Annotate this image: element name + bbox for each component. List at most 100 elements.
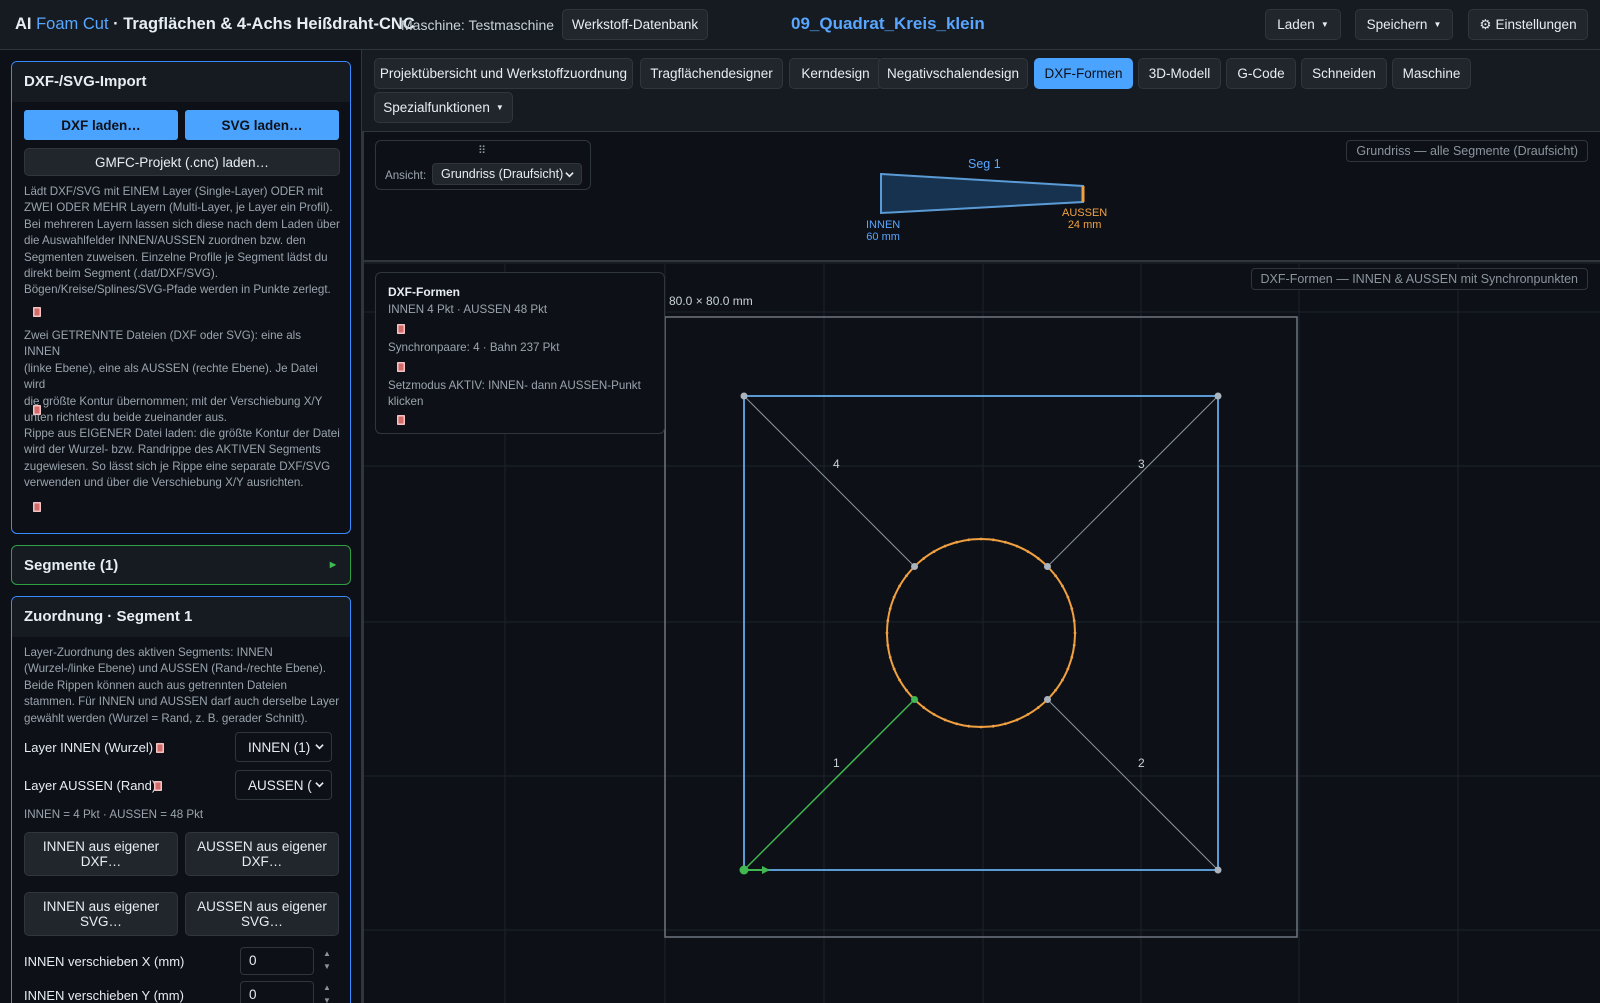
outer-from-svg-button[interactable]: AUSSEN aus eigener SVG… (185, 892, 339, 936)
help-line: Beide Rippen können auch aus getrennten … (24, 678, 287, 692)
stock-boundary (664, 316, 1298, 938)
tab-project-overview[interactable]: Projektübersicht und Werkstoffzuordnung (374, 58, 633, 89)
document-icon[interactable] (395, 361, 407, 373)
sync-connector-line (743, 698, 916, 871)
shift-y-input[interactable]: 0 (240, 981, 314, 1003)
outer-contour-point (1061, 678, 1064, 682)
document-icon[interactable] (31, 306, 43, 318)
outer-sync-point (1043, 695, 1051, 703)
help-line: Bei mehreren Layern lassen sich diese na… (24, 217, 340, 231)
inner-value: 60 mm (866, 231, 900, 243)
inner-sync-point (1214, 866, 1222, 874)
gear-icon: ⚙ (1479, 16, 1492, 32)
help-line: (linke Ebene), eine als AUSSEN (rechte E… (24, 361, 318, 392)
inner-sync-point (1214, 392, 1222, 400)
caret-down-icon: ▼ (1433, 20, 1442, 29)
import-help-text-1: Lädt DXF/SVG mit EINEM Layer (Single-Lay… (24, 184, 340, 299)
sync-connectors (743, 395, 1219, 871)
outer-contour-point (1054, 574, 1057, 578)
outer-contour-point (1070, 607, 1074, 611)
load-svg-button[interactable]: SVG laden… (185, 110, 339, 140)
save-button[interactable]: Speichern ▼ (1355, 9, 1453, 40)
button-line: SVG… (79, 914, 122, 929)
help-line: die Auswahlfelder INNEN/AUSSEN zuordnen … (24, 234, 306, 248)
tab-machine[interactable]: Maschine (1392, 58, 1471, 89)
tab-cutting[interactable]: Schneiden (1301, 58, 1387, 89)
info-title: DXF-Formen (388, 285, 460, 299)
tab-g-code[interactable]: G-Code (1226, 58, 1296, 89)
tab-wing-designer[interactable]: Tragflächendesigner (640, 58, 783, 89)
settings-button-label: Einstellungen (1495, 17, 1577, 32)
tab-dxf-shapes[interactable]: DXF-Formen (1034, 58, 1133, 89)
outer-contour-point (943, 544, 947, 548)
layer-inner-select[interactable]: INNEN (1) (235, 732, 332, 762)
segments-panel-title: Segmente (1) (24, 557, 119, 574)
save-button-label: Speichern (1366, 17, 1428, 32)
assignment-help-text: Layer-Zuordnung des aktiven Segments: IN… (24, 645, 340, 727)
outer-contour-point (1003, 722, 1007, 726)
outer-contour-point (892, 667, 896, 671)
shift-x-input[interactable]: 0 (240, 947, 314, 975)
arrow-head-icon (762, 866, 770, 874)
document-icon[interactable] (31, 404, 43, 416)
shift-y-stepper[interactable]: ▲ ▼ (318, 981, 336, 1003)
import-panel-title: DXF-/SVG-Import (12, 62, 350, 102)
dimension-label: 80.0 × 80.0 mm (669, 294, 753, 308)
sync-pair-label-4: 4 (833, 457, 840, 471)
machine-label: Maschine: Testmaschine (401, 17, 555, 33)
help-line: unten richtest du beide zueinander aus. (24, 411, 228, 425)
help-line: Zwei GETRENNTE Dateien (DXF oder SVG): e… (24, 329, 302, 359)
outer-from-dxf-button[interactable]: AUSSEN aus eigener DXF… (185, 832, 339, 876)
document-icon[interactable] (395, 323, 407, 335)
load-gmfc-project-button[interactable]: GMFC-Projekt (.cnc) laden… (24, 148, 340, 176)
outer-contour-point (1070, 655, 1074, 659)
sync-pair-label-1: 1 (833, 756, 840, 770)
document-icon[interactable] (31, 501, 43, 513)
layer-outer-label: Layer AUSSEN (Rand) (24, 778, 156, 793)
help-line: wird der Wurzel- bzw. Randrippe des AKTI… (24, 443, 321, 457)
segments-panel-header[interactable]: Segmente (1) ▶ (11, 545, 351, 585)
outer-contour-point (1072, 619, 1076, 623)
inner-label: INNEN (866, 219, 901, 231)
top-view-canvas[interactable]: ⠿ Ansicht: Grundriss (Draufsicht) Grundr… (364, 132, 1600, 262)
info-set-mode-line-2: klicken (388, 395, 424, 408)
button-line: DXF… (80, 854, 122, 869)
load-dxf-button[interactable]: DXF laden… (24, 110, 178, 140)
tab-core-design[interactable]: Kerndesign (789, 58, 882, 89)
main-view-corner-label: DXF-Formen — INNEN & AUSSEN mit Synchron… (1250, 268, 1588, 290)
outer-contour-point (1066, 595, 1070, 599)
outer-contour-point (991, 538, 995, 542)
tab-special-functions-label: Spezialfunktionen (383, 100, 490, 115)
layer-outer-select[interactable]: AUSSEN ( (235, 770, 332, 800)
tab-special-functions[interactable]: Spezialfunktionen ▼ (374, 92, 513, 123)
document-icon[interactable] (395, 414, 407, 426)
help-line: zugewiesen. So lässt sich je Rippe eine … (24, 459, 331, 473)
settings-button[interactable]: ⚙ Einstellungen (1468, 9, 1588, 40)
app-title-highlight: Foam Cut (36, 15, 109, 33)
document-icon[interactable] (154, 742, 166, 754)
shift-x-stepper[interactable]: ▲ ▼ (318, 947, 336, 975)
outer-contour-point (1036, 557, 1040, 560)
dxf-shapes-canvas[interactable]: DXF-Formen — INNEN & AUSSEN mit Synchron… (364, 264, 1600, 1003)
outer-contour-point (955, 540, 959, 544)
load-button[interactable]: Laden ▼ (1265, 9, 1341, 40)
inner-from-svg-button[interactable]: INNEN aus eigener SVG… (24, 892, 178, 936)
inner-sync-point (740, 392, 748, 400)
inner-chord-label: INNEN 60 mm (866, 219, 900, 243)
material-db-button[interactable]: Werkstoff-Datenbank (562, 9, 708, 40)
button-line: AUSSEN aus eigener (197, 839, 327, 854)
tab-negative-shell-design[interactable]: Negativschalendesign (878, 58, 1028, 89)
segment-1-outline[interactable] (880, 172, 1084, 215)
point-counts: INNEN = 4 Pkt · AUSSEN = 48 Pkt (24, 808, 204, 821)
layer-inner-select-value: INNEN (1) (248, 739, 311, 755)
help-line: Segmenten zuweisen. Einzelne Profile je … (24, 250, 328, 264)
outer-contour-point (1054, 688, 1057, 692)
main-tab-bar: Projektübersicht und Werkstoffzuordnung … (362, 50, 1600, 132)
inner-from-dxf-button[interactable]: INNEN aus eigener DXF… (24, 832, 178, 876)
document-icon[interactable] (152, 780, 164, 792)
sync-connector-line (1047, 699, 1219, 871)
outer-contour-point (886, 643, 890, 647)
outer-chord-label: AUSSEN 24 mm (1062, 207, 1107, 231)
button-line: INNEN aus eigener (42, 899, 160, 914)
tab-3d-model[interactable]: 3D-Modell (1138, 58, 1221, 89)
